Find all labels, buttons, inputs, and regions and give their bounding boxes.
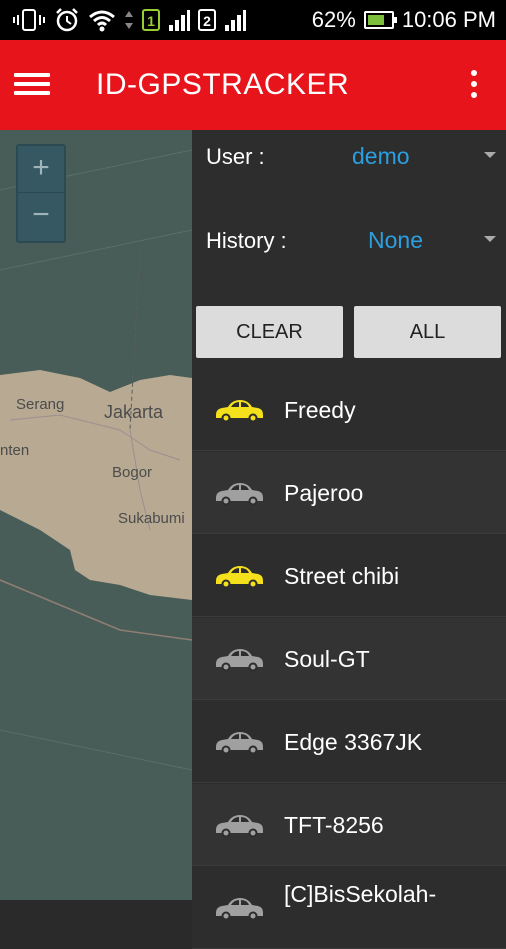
- wifi-icon: [89, 10, 115, 32]
- status-bar: 1 2 62% 10:06 PM: [0, 0, 506, 40]
- history-select[interactable]: None: [368, 227, 423, 254]
- zoom-out-button[interactable]: −: [18, 193, 64, 239]
- vehicle-list-item[interactable]: Freedy: [192, 369, 506, 451]
- vehicle-list-item[interactable]: Soul-GT: [192, 618, 506, 700]
- vehicle-name: Freedy: [284, 397, 356, 423]
- place-label: nten: [0, 442, 30, 459]
- clock: 10:06 PM: [401, 7, 496, 32]
- car-icon: [216, 483, 263, 506]
- car-icon: [216, 649, 263, 672]
- vehicle-name: Soul-GT: [284, 646, 370, 672]
- car-icon: [216, 400, 263, 423]
- vehicle-list-item[interactable]: Edge 3367JK: [192, 701, 506, 783]
- battery-charging-icon: [363, 11, 397, 29]
- zoom-in-button[interactable]: +: [18, 146, 64, 192]
- history-label: History :: [206, 228, 287, 253]
- history-dropdown-caret-icon[interactable]: [484, 236, 496, 242]
- zoom-control: + −: [16, 144, 66, 243]
- map-view[interactable]: Serang Jakarta nten Bogor Sukabumi: [0, 130, 192, 900]
- car-icon: [216, 898, 263, 921]
- alarm-icon: [56, 8, 78, 32]
- place-label: Sukabumi: [118, 510, 185, 527]
- clear-button[interactable]: CLEAR: [196, 306, 343, 358]
- battery-percent: 62%: [311, 7, 356, 32]
- vibrate-icon: [13, 9, 45, 31]
- app-title: ID-GPSTRACKER: [96, 68, 350, 101]
- vehicle-list-item[interactable]: Pajeroo: [192, 452, 506, 534]
- vehicle-list-item[interactable]: Street chibi: [192, 535, 506, 617]
- sim1-icon: 1: [142, 9, 160, 31]
- user-select[interactable]: demo: [352, 143, 410, 170]
- place-label: Jakarta: [104, 402, 164, 422]
- place-label: Serang: [16, 396, 65, 413]
- vehicle-name: Edge 3367JK: [284, 729, 423, 755]
- vehicle-name: Pajeroo: [284, 480, 364, 506]
- user-dropdown-caret-icon[interactable]: [484, 152, 496, 158]
- sim2-icon: 2: [198, 9, 216, 31]
- all-button[interactable]: ALL: [354, 306, 501, 358]
- vehicle-list-item[interactable]: [C]BisSekolah-: [192, 867, 506, 949]
- signal-icon: [169, 10, 190, 31]
- car-icon: [216, 815, 263, 838]
- signal-icon-2: [225, 10, 246, 31]
- car-icon: [216, 566, 263, 589]
- more-vert-icon[interactable]: [468, 70, 480, 102]
- user-label: User :: [206, 144, 265, 169]
- hamburger-icon[interactable]: [14, 68, 50, 102]
- vehicle-name: Street chibi: [284, 563, 400, 589]
- vehicle-name: [C]BisSekolah-: [284, 881, 437, 907]
- car-icon: [216, 732, 263, 755]
- app-bar: ID-GPSTRACKER: [0, 40, 506, 130]
- place-label: Bogor: [112, 464, 153, 481]
- data-arrows-icon: [125, 11, 133, 29]
